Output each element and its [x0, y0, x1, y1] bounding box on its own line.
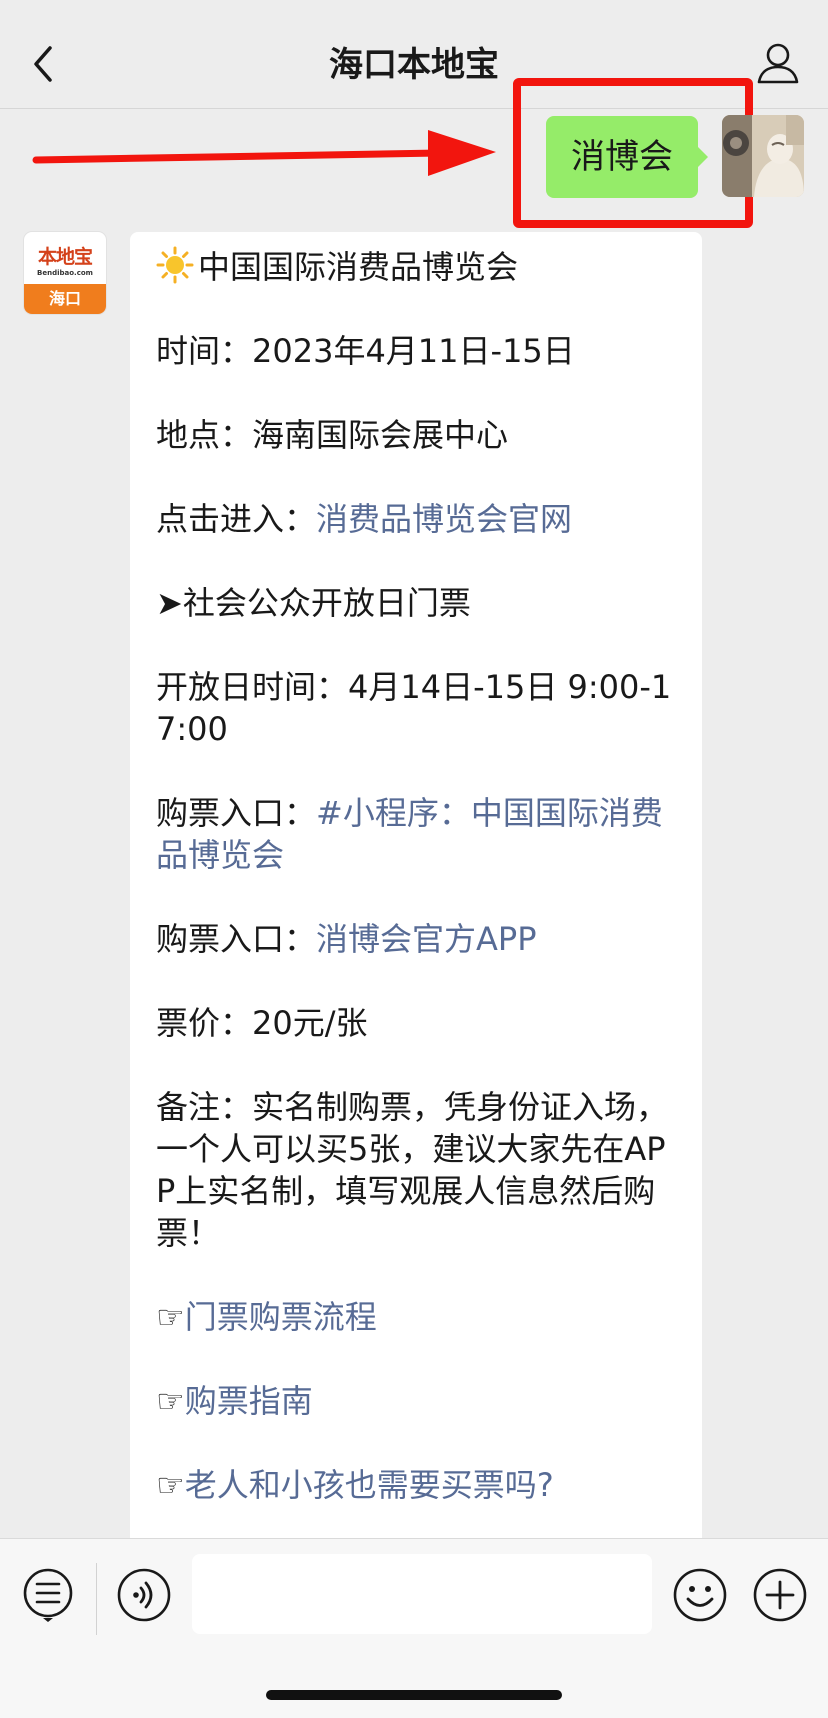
msg-enter-line: 点击进入：消费品博览会官网	[156, 498, 678, 540]
bottom-input-bar	[0, 1538, 828, 1718]
msg-title: 中国国际消费品博览会	[198, 248, 519, 286]
profile-icon[interactable]	[756, 40, 800, 88]
sent-message-bubble[interactable]: 消博会	[546, 116, 708, 198]
hand-pointer-icon: ☞	[156, 1466, 185, 1504]
logo-subtext: Bendibao.com	[37, 269, 93, 277]
list-icon[interactable]	[20, 1567, 76, 1623]
link-purchase-guide-line: ☞购票指南	[156, 1380, 678, 1422]
bendibao-avatar[interactable]: 本地宝 Bendibao.com 海口	[24, 232, 106, 314]
user-avatar[interactable]	[722, 115, 804, 197]
enter-label: 点击进入：	[156, 500, 317, 538]
elderly-children-ticket-link[interactable]: 老人和小孩也需要买票吗?	[185, 1466, 554, 1504]
official-app-link[interactable]: 消博会官方APP	[316, 920, 537, 958]
smiley-icon[interactable]	[672, 1567, 728, 1623]
plus-icon[interactable]	[752, 1567, 808, 1623]
user-avatar-image	[722, 115, 804, 197]
purchase-guide-link[interactable]: 购票指南	[185, 1382, 313, 1420]
menu-divider	[96, 1563, 97, 1635]
msg-note: 备注：实名制购票，凭身份证入场，一个人可以买5张，建议大家先在APP上实名制，填…	[156, 1088, 669, 1252]
msg-section-title: ➤社会公众开放日门票	[156, 584, 471, 622]
message-input[interactable]	[192, 1554, 652, 1634]
ticket-entry-2-label: 购票入口：	[156, 920, 317, 958]
link-ticket-process-line: ☞门票购票流程	[156, 1296, 678, 1338]
msg-ticket-entry-1: 购票入口：#小程序：中国国际消费品博览会	[156, 792, 678, 876]
logo-text: 本地宝	[37, 246, 93, 268]
ticket-process-link[interactable]: 门票购票流程	[185, 1298, 377, 1336]
sun-icon	[156, 246, 194, 284]
msg-time: 时间：2023年4月11日-15日	[156, 332, 575, 370]
logo-city: 海口	[24, 284, 106, 314]
msg-price: 票价：20元/张	[156, 1004, 368, 1042]
official-site-link[interactable]: 消费品博览会官网	[316, 500, 572, 538]
annotation-arrow	[32, 130, 496, 176]
msg-ticket-entry-2: 购票入口：消博会官方APP	[156, 918, 678, 960]
hand-pointer-icon: ☞	[156, 1298, 185, 1336]
received-message-bubble: 中国国际消费品博览会 时间：2023年4月11日-15日 地点：海南国际会展中心…	[130, 232, 702, 1552]
link-elderly-children-line: ☞老人和小孩也需要买票吗?	[156, 1464, 678, 1506]
voice-icon[interactable]	[116, 1567, 172, 1623]
msg-place: 地点：海南国际会展中心	[156, 416, 509, 454]
msg-title-line: 中国国际消费品博览会	[156, 246, 678, 288]
ticket-entry-1-label: 购票入口：	[156, 794, 317, 832]
hand-pointer-icon: ☞	[156, 1382, 185, 1420]
home-indicator	[266, 1690, 562, 1700]
msg-open-time: 开放日时间：4月14日-15日 9:00-17:00	[156, 668, 672, 748]
